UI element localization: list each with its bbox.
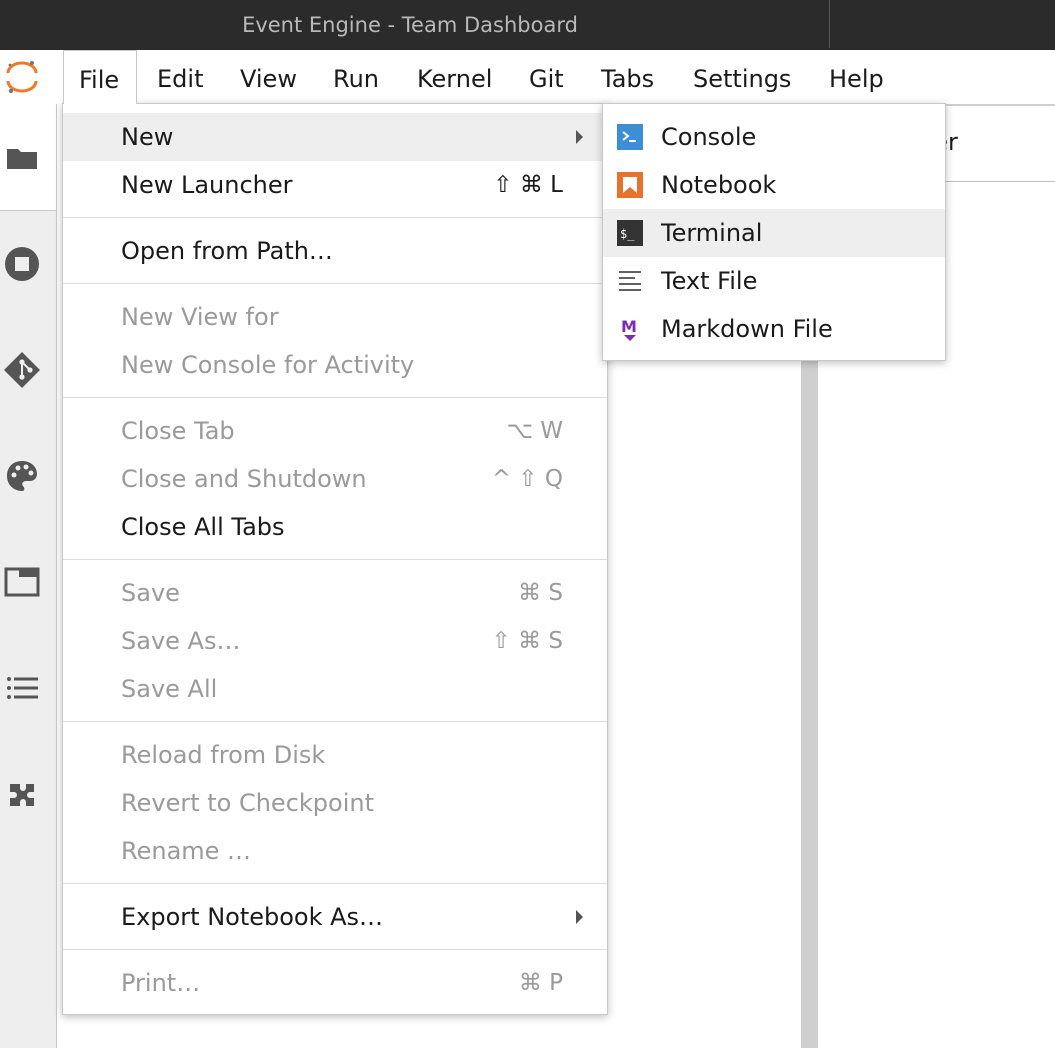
menu-kernel[interactable]: Kernel	[417, 50, 492, 104]
shortcut-close-tab: ⌥ W	[506, 418, 563, 444]
menu-item-revert-to-checkpoint: Revert to Checkpoint	[63, 779, 607, 827]
shortcut-save: ⌘ S	[518, 580, 563, 606]
menu-item-open-from-path[interactable]: Open from Path…	[63, 227, 607, 275]
submenu-arrow-icon	[576, 130, 583, 144]
menu-item-new-console-label: New Console for Activity	[121, 351, 415, 379]
menu-item-export-notebook-as[interactable]: Export Notebook As…	[63, 893, 607, 941]
menu-item-rename: Rename …	[63, 827, 607, 875]
menu-divider	[63, 883, 607, 884]
menu-git[interactable]: Git	[529, 50, 564, 104]
submenu-item-console-label: Console	[661, 123, 757, 151]
menu-file[interactable]: File	[63, 50, 137, 104]
menu-divider	[63, 559, 607, 560]
shortcut-close-and-shutdown: ^ ⇧ Q	[491, 466, 563, 492]
menu-item-new-label: New	[121, 123, 174, 151]
folder-icon	[7, 149, 37, 169]
menu-item-save-as: Save As… ⇧ ⌘ S	[63, 617, 607, 665]
menu-item-reload-from-disk: Reload from Disk	[63, 731, 607, 779]
menu-item-close-and-shutdown-label: Close and Shutdown	[121, 465, 367, 493]
menu-item-reload-label: Reload from Disk	[121, 741, 326, 769]
menu-item-revert-label: Revert to Checkpoint	[121, 789, 374, 817]
menu-item-save-all-label: Save All	[121, 675, 218, 703]
menu-item-new-launcher-label: New Launcher	[121, 171, 293, 199]
menu-item-export-label: Export Notebook As…	[121, 903, 384, 931]
new-submenu: Console Notebook $_ Terminal Text File M…	[602, 103, 946, 361]
menu-item-save-all: Save All	[63, 665, 607, 713]
menu-item-close-tab: Close Tab ⌥ W	[63, 407, 607, 455]
palette-icon[interactable]	[2, 456, 42, 496]
sidebar-tab-files[interactable]	[0, 104, 56, 211]
jupyter-logo-icon[interactable]	[2, 57, 42, 97]
svg-text:$_: $_	[620, 227, 635, 241]
menu-item-new-view-for-label: New View for	[121, 303, 279, 331]
file-menu-dropdown: New New Launcher ⇧ ⌘ L Open from Path… N…	[62, 103, 608, 1015]
menu-item-close-all-tabs-label: Close All Tabs	[121, 513, 285, 541]
menu-item-save-label: Save	[121, 579, 180, 607]
menu-divider	[63, 283, 607, 284]
menu-item-rename-label: Rename …	[121, 837, 252, 865]
menu-help[interactable]: Help	[829, 50, 884, 104]
submenu-item-terminal-label: Terminal	[661, 219, 763, 247]
submenu-item-notebook[interactable]: Notebook	[603, 161, 945, 209]
menu-item-save-as-label: Save As…	[121, 627, 241, 655]
toc-icon[interactable]	[2, 668, 42, 708]
menu-item-close-tab-label: Close Tab	[121, 417, 235, 445]
menu-item-print-label: Print…	[121, 969, 201, 997]
menu-item-open-from-path-label: Open from Path…	[121, 237, 333, 265]
menu-tabs[interactable]: Tabs	[601, 50, 654, 104]
shortcut-new-launcher: ⇧ ⌘ L	[493, 172, 563, 198]
menu-edit[interactable]: Edit	[157, 50, 203, 104]
shortcut-save-as: ⇧ ⌘ S	[491, 628, 564, 654]
terminal-icon: $_	[617, 220, 643, 246]
menu-item-new[interactable]: New	[63, 113, 607, 161]
menu-item-new-launcher[interactable]: New Launcher ⇧ ⌘ L	[63, 161, 607, 209]
svg-text:M: M	[621, 317, 637, 336]
submenu-item-console[interactable]: Console	[603, 113, 945, 161]
tabs-icon[interactable]	[2, 562, 42, 602]
console-icon	[617, 124, 643, 150]
menu-divider	[63, 397, 607, 398]
window-title: Event Engine - Team Dashboard	[242, 13, 578, 37]
menu-item-close-all-tabs[interactable]: Close All Tabs	[63, 503, 607, 551]
submenu-item-notebook-label: Notebook	[661, 171, 777, 199]
submenu-item-markdown-file[interactable]: M Markdown File	[603, 305, 945, 353]
running-icon[interactable]	[2, 244, 42, 284]
menubar: File Edit View Run Kernel Git Tabs Setti…	[0, 50, 1055, 105]
text-file-icon	[619, 271, 641, 291]
titlebar-divider	[829, 0, 830, 48]
menu-run[interactable]: Run	[333, 50, 379, 104]
menu-divider	[63, 949, 607, 950]
shortcut-print: ⌘ P	[518, 970, 563, 996]
menu-item-print: Print… ⌘ P	[63, 959, 607, 1007]
menu-view[interactable]: View	[240, 50, 297, 104]
notebook-icon	[617, 172, 643, 198]
submenu-item-markdown-file-label: Markdown File	[661, 315, 833, 343]
menu-item-save: Save ⌘ S	[63, 569, 607, 617]
markdown-icon: M	[621, 317, 637, 341]
submenu-item-terminal[interactable]: $_ Terminal	[603, 209, 945, 257]
submenu-arrow-icon	[576, 910, 583, 924]
menu-item-close-and-shutdown: Close and Shutdown ^ ⇧ Q	[63, 455, 607, 503]
extension-icon[interactable]	[2, 774, 42, 814]
submenu-item-text-file[interactable]: Text File	[603, 257, 945, 305]
menu-item-new-console-for-activity: New Console for Activity	[63, 341, 607, 389]
git-icon[interactable]	[2, 350, 42, 390]
submenu-item-text-file-label: Text File	[661, 267, 758, 295]
window-titlebar: Event Engine - Team Dashboard	[0, 0, 1055, 50]
menu-divider	[63, 217, 607, 218]
left-sidebar	[0, 104, 57, 1048]
menu-divider	[63, 721, 607, 722]
menu-item-new-view-for: New View for	[63, 293, 607, 341]
menu-settings[interactable]: Settings	[693, 50, 791, 104]
